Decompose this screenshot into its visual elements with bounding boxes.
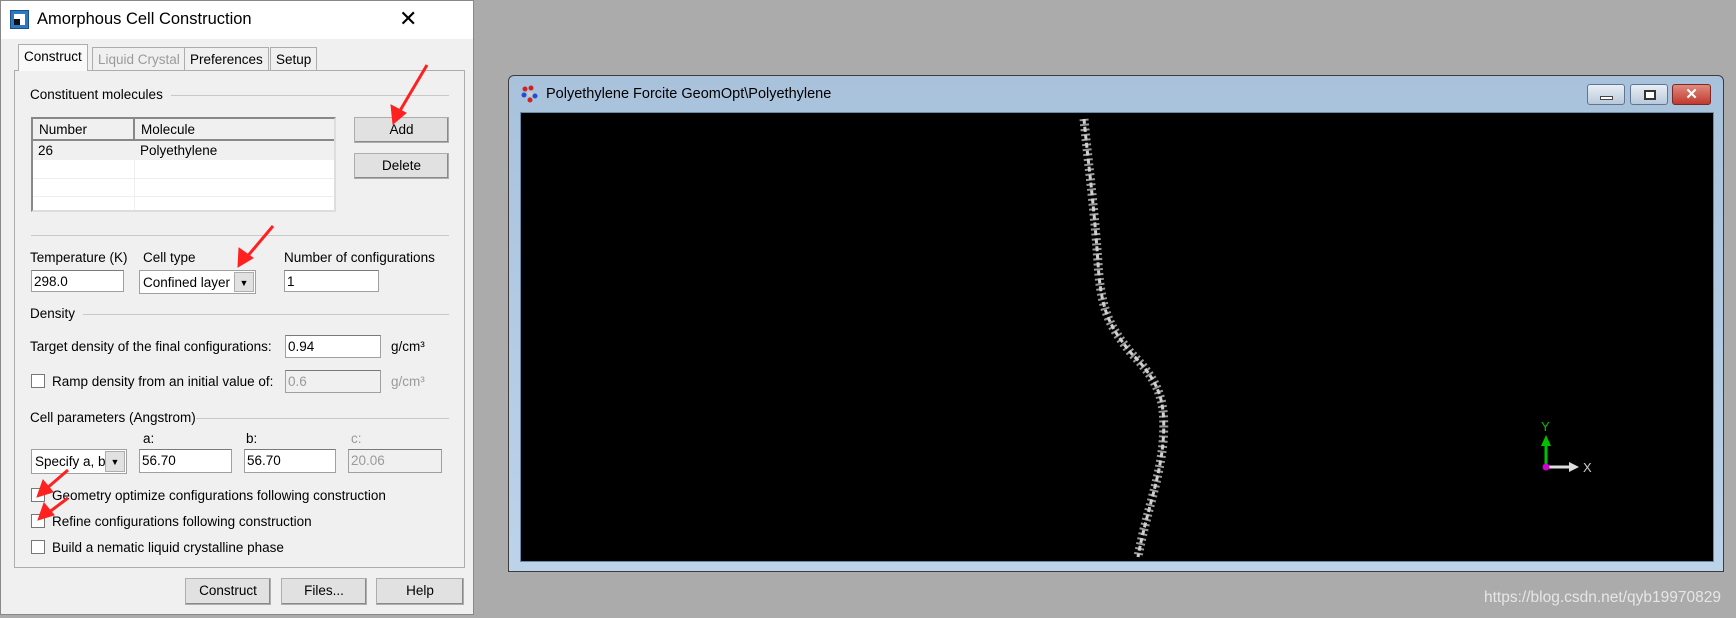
annotation-arrows — [36, 64, 429, 521]
tab-construct[interactable]: Construct — [18, 44, 88, 71]
polyethylene-viewer-window: Polyethylene Forcite GeomOpt\Polyethylen… — [508, 75, 1724, 572]
x-axis-label: X — [1583, 460, 1592, 475]
y-axis-label: Y — [1541, 419, 1550, 434]
close-button[interactable]: ✕ — [1672, 84, 1711, 105]
restore-icon — [1644, 90, 1656, 100]
3d-viewport[interactable]: Y X — [520, 112, 1714, 562]
polyethylene-chain: Y X — [1079, 118, 1592, 558]
viewer-title: Polyethylene Forcite GeomOpt\Polyethylen… — [546, 86, 832, 102]
z-axis-marker — [1542, 463, 1550, 471]
maximize-button[interactable] — [1630, 84, 1668, 105]
close-icon: ✕ — [1685, 86, 1698, 103]
molecule-icon — [521, 85, 538, 103]
watermark: https://blog.csdn.net/qyb19970829 — [1484, 589, 1721, 606]
minimize-button[interactable] — [1587, 84, 1625, 105]
minimize-icon — [1600, 96, 1613, 100]
